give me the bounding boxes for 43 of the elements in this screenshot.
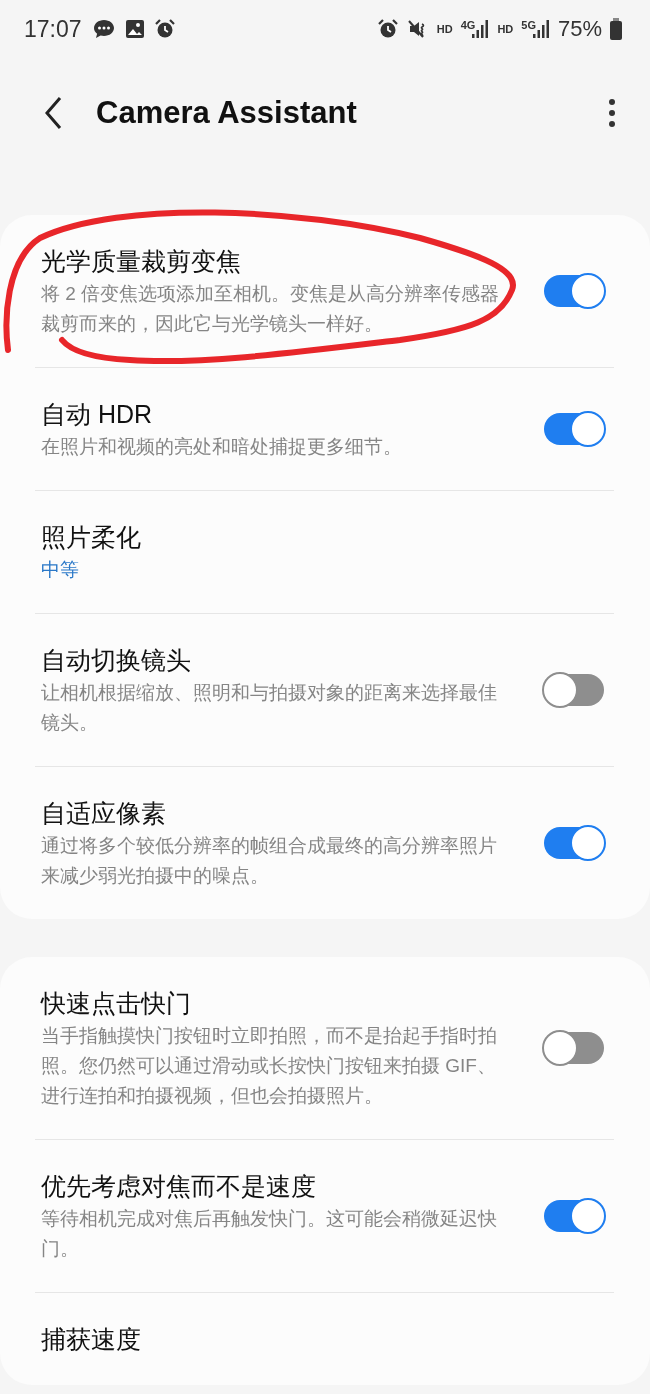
- setting-description: 等待相机完成对焦后再触发快门。这可能会稍微延迟快门。: [41, 1207, 498, 1261]
- setting-title: 照片柔化: [41, 522, 142, 553]
- image-icon: [123, 18, 146, 40]
- toggle-switch[interactable]: [544, 827, 604, 859]
- setting-title: 自适应像素: [41, 798, 167, 829]
- setting-title: 光学质量裁剪变焦: [41, 246, 242, 277]
- network-label: 5G: [521, 19, 536, 31]
- setting-row[interactable]: 自适应像素 通过将多个较低分辨率的帧组合成最终的高分辨率照片来减少弱光拍摄中的噪点。: [35, 767, 614, 919]
- toggle-switch[interactable]: [544, 1200, 604, 1232]
- setting-title: 快速点击快门: [41, 988, 192, 1019]
- chat-bubble-icon: [91, 17, 116, 41]
- page-title: Camera Assistant: [96, 95, 358, 131]
- setting-description: 通过将多个较低分辨率的帧组合成最终的高分辨率照片来减少弱光拍摄中的噪点。: [41, 834, 498, 888]
- setting-title: 优先考虑对焦而不是速度: [41, 1171, 317, 1202]
- setting-row[interactable]: 照片柔化 中等: [35, 491, 614, 613]
- setting-title: 自动切换镜头: [41, 645, 192, 676]
- battery-percent: 75%: [557, 16, 602, 42]
- network-label: HD: [436, 23, 453, 35]
- setting-title: 捕获速度: [41, 1324, 142, 1355]
- network-label: 4G: [460, 19, 476, 31]
- battery-icon: [610, 18, 622, 40]
- setting-row[interactable]: 快速点击快门 当手指触摸快门按钮时立即拍照，而不是抬起手指时拍照。您仍然可以通过滑动或长按快门按钮来拍摄 GIF、进行连拍和拍摄视频，但也会拍摄照片。: [35, 957, 614, 1139]
- toggle-switch[interactable]: [544, 1032, 604, 1064]
- toggle-switch[interactable]: [544, 413, 604, 445]
- setting-row[interactable]: 捕获速度: [35, 1293, 614, 1385]
- setting-description: 将 2 倍变焦选项添加至相机。变焦是从高分辨率传感器裁剪而来的，因此它与光学镜头一样好。: [41, 282, 501, 336]
- toggle-switch[interactable]: [544, 674, 604, 706]
- setting-row[interactable]: 自动切换镜头 让相机根据缩放、照明和与拍摄对象的距离来选择最佳镜头。: [35, 614, 614, 766]
- setting-description: 在照片和视频的亮处和暗处捕捉更多细节。: [41, 435, 403, 459]
- setting-title: 自动 HDR: [41, 399, 154, 430]
- setting-row[interactable]: 光学质量裁剪变焦 将 2 倍变焦选项添加至相机。变焦是从高分辨率传感器裁剪而来的，因此它与光学镜头一样好。: [35, 215, 614, 367]
- network-label: HD: [497, 23, 514, 35]
- more-options-icon: [608, 98, 616, 128]
- alarm-clock-icon: [376, 18, 399, 40]
- setting-row[interactable]: 自动 HDR 在照片和视频的亮处和暗处捕捉更多细节。: [35, 368, 614, 490]
- setting-description: 让相机根据缩放、照明和与拍摄对象的距离来选择最佳镜头。: [41, 681, 498, 735]
- back-icon: [44, 96, 64, 130]
- setting-description: 当手指触摸快门按钮时立即拍照，而不是抬起手指时拍照。您仍然可以通过滑动或长按快门按钮来拍摄 GIF、进行连拍和拍摄视频，但也会拍摄照片。: [41, 1024, 498, 1108]
- setting-row[interactable]: 优先考虑对焦而不是速度 等待相机完成对焦后再触发快门。这可能会稍微延迟快门。: [35, 1140, 614, 1292]
- alarm-clock-icon: [153, 18, 176, 40]
- setting-value: 中等: [41, 558, 80, 582]
- clock-time: 17:07: [24, 15, 82, 43]
- toggle-switch[interactable]: [544, 275, 604, 307]
